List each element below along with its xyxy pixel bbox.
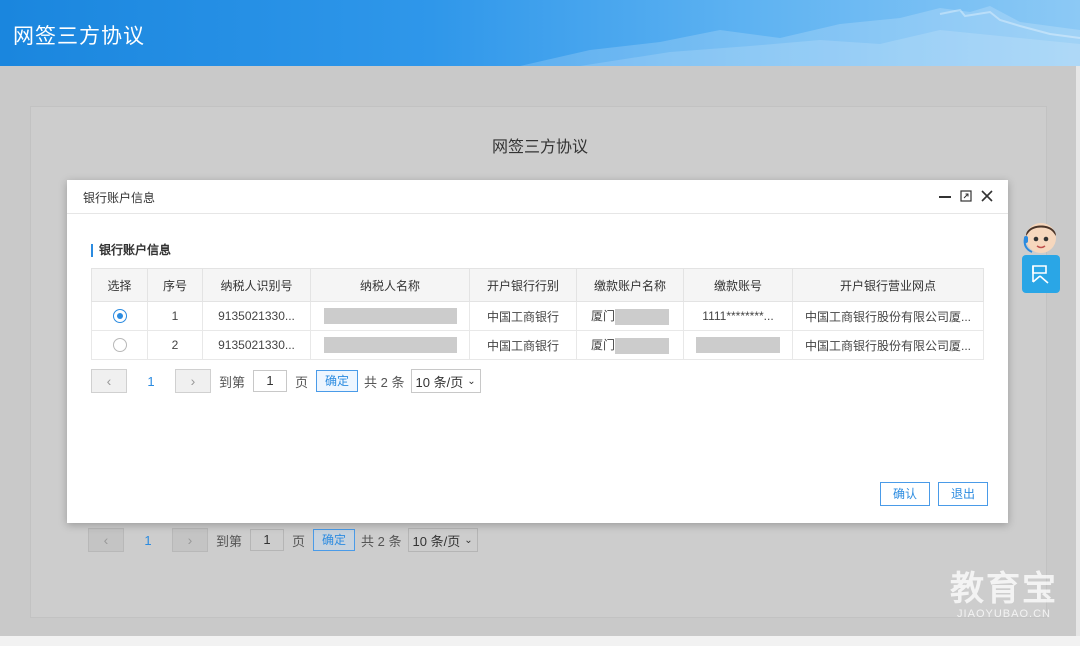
account-no-cell bbox=[683, 330, 793, 360]
dialog-pagination: ‹ 1 › 到第 1 页 确定 共 2 条 10 条/页 ⌄ bbox=[91, 369, 481, 393]
branch-cell: 中国工商银行股份有限公司厦... bbox=[792, 330, 984, 360]
account-name-cell: 厦门 bbox=[576, 301, 684, 331]
column-header: 开户银行行别 bbox=[469, 268, 577, 302]
row-radio[interactable] bbox=[112, 338, 127, 353]
maximize-icon[interactable] bbox=[959, 189, 973, 203]
dialog-header: 银行账户信息 bbox=[67, 180, 1008, 214]
chevron-down-icon: ⌄ bbox=[467, 375, 476, 387]
account-no-cell: 1111********... bbox=[683, 301, 793, 331]
bank-account-table: 选择 序号 纳税人识别号 纳税人名称 开户银行行别 缴款账户名称 缴款账号 开户… bbox=[91, 268, 984, 360]
goto-prefix: 到第 bbox=[216, 533, 243, 549]
table-row[interactable]: 1 9135021330... 中国工商银行 厦门 1111********..… bbox=[91, 301, 984, 331]
bank-account-dialog: 银行账户信息 银行账户信息 选择 序号 纳税人识别号 纳税人名称 开户银行行别 … bbox=[67, 180, 1008, 523]
branch-cell: 中国工商银行股份有限公司厦... bbox=[792, 301, 984, 331]
column-header: 选择 bbox=[91, 268, 148, 302]
redacted-block bbox=[696, 337, 780, 353]
chevron-left-icon: ‹ bbox=[103, 532, 109, 548]
close-icon[interactable] bbox=[980, 189, 994, 203]
page-size-select[interactable]: 10 条/页 ⌄ bbox=[410, 369, 481, 393]
dialog-title: 银行账户信息 bbox=[83, 191, 156, 205]
goto-confirm-button[interactable]: 确定 bbox=[313, 529, 356, 551]
chevron-down-icon: ⌄ bbox=[464, 534, 473, 546]
redacted-block bbox=[323, 308, 457, 324]
goto-suffix: 页 bbox=[292, 533, 306, 549]
total-count: 共 2 条 bbox=[361, 533, 402, 549]
column-header: 纳税人识别号 bbox=[202, 268, 311, 302]
bank-type-cell: 中国工商银行 bbox=[469, 301, 577, 331]
table-row[interactable]: 2 9135021330... 中国工商银行 厦门 中国工商银行股份有限公司厦.… bbox=[91, 330, 984, 360]
assistant-avatar-icon[interactable] bbox=[1020, 214, 1062, 256]
taxpayer-name-cell bbox=[310, 330, 470, 360]
mountain-decoration bbox=[520, 6, 1080, 66]
scrollbar-track bbox=[1076, 66, 1080, 636]
column-header: 序号 bbox=[147, 268, 203, 302]
page-size-value: 10 条/页 bbox=[412, 533, 461, 549]
goto-page-input[interactable]: 1 bbox=[253, 370, 288, 392]
page-number[interactable]: 1 bbox=[124, 533, 172, 548]
tax-id-cell: 9135021330... bbox=[202, 330, 311, 360]
prev-page-button[interactable]: ‹ bbox=[91, 369, 127, 393]
column-header: 纳税人名称 bbox=[310, 268, 470, 302]
taxpayer-name-cell bbox=[310, 301, 470, 331]
help-button[interactable] bbox=[1022, 255, 1060, 293]
select-cell bbox=[91, 301, 148, 331]
chevron-right-icon: › bbox=[187, 532, 193, 548]
goto-prefix: 到第 bbox=[219, 374, 246, 390]
redacted-block bbox=[615, 308, 669, 325]
page-number[interactable]: 1 bbox=[127, 374, 175, 389]
bottom-strip bbox=[0, 636, 1080, 646]
exit-button[interactable]: 退出 bbox=[938, 482, 988, 506]
watermark-domain: JIAOYUBAO.CN bbox=[957, 608, 1051, 620]
app-title: 网签三方协议 bbox=[13, 25, 145, 48]
goto-suffix: 页 bbox=[295, 374, 309, 390]
column-header: 开户银行营业网点 bbox=[792, 268, 984, 302]
watermark: 教育宝 JIAOYUBAO.CN bbox=[948, 570, 1060, 620]
column-header: 缴款账户名称 bbox=[576, 268, 684, 302]
confirm-button[interactable]: 确认 bbox=[880, 482, 930, 506]
next-page-button[interactable]: › bbox=[175, 369, 211, 393]
goto-page-input[interactable]: 1 bbox=[250, 529, 285, 551]
account-name-cell: 厦门 bbox=[576, 330, 684, 360]
index-cell: 2 bbox=[147, 330, 203, 360]
prev-page-button[interactable]: ‹ bbox=[88, 528, 124, 552]
bank-type-cell: 中国工商银行 bbox=[469, 330, 577, 360]
goto-confirm-button[interactable]: 确定 bbox=[316, 370, 359, 392]
page-size-value: 10 条/页 bbox=[415, 374, 464, 390]
next-page-button[interactable]: › bbox=[172, 528, 208, 552]
table-header-row: 选择 序号 纳税人识别号 纳税人名称 开户银行行别 缴款账户名称 缴款账号 开户… bbox=[91, 268, 984, 302]
chevron-right-icon: › bbox=[190, 373, 196, 389]
column-header: 缴款账号 bbox=[683, 268, 793, 302]
app-header: 网签三方协议 bbox=[0, 0, 1080, 66]
page-title: 网签三方协议 bbox=[491, 139, 588, 156]
account-name-text: 厦门 bbox=[590, 338, 615, 353]
watermark-brand: 教育宝 bbox=[950, 570, 1058, 608]
tax-id-cell: 9135021330... bbox=[202, 301, 311, 331]
index-cell: 1 bbox=[147, 301, 203, 331]
help-icon bbox=[1032, 265, 1049, 284]
account-name-text: 厦门 bbox=[590, 309, 615, 324]
select-cell bbox=[91, 330, 148, 360]
minimize-icon[interactable] bbox=[938, 189, 952, 203]
redacted-block bbox=[323, 337, 457, 353]
row-radio-selected[interactable] bbox=[112, 309, 127, 324]
redacted-block bbox=[615, 337, 669, 354]
section-title: 银行账户信息 bbox=[91, 244, 171, 257]
background-pagination: ‹ 1 › 到第 1 页 确定 共 2 条 10 条/页 ⌄ bbox=[88, 528, 478, 552]
total-count: 共 2 条 bbox=[364, 374, 405, 390]
chevron-left-icon: ‹ bbox=[106, 373, 112, 389]
page-size-select[interactable]: 10 条/页 ⌄ bbox=[407, 528, 478, 552]
